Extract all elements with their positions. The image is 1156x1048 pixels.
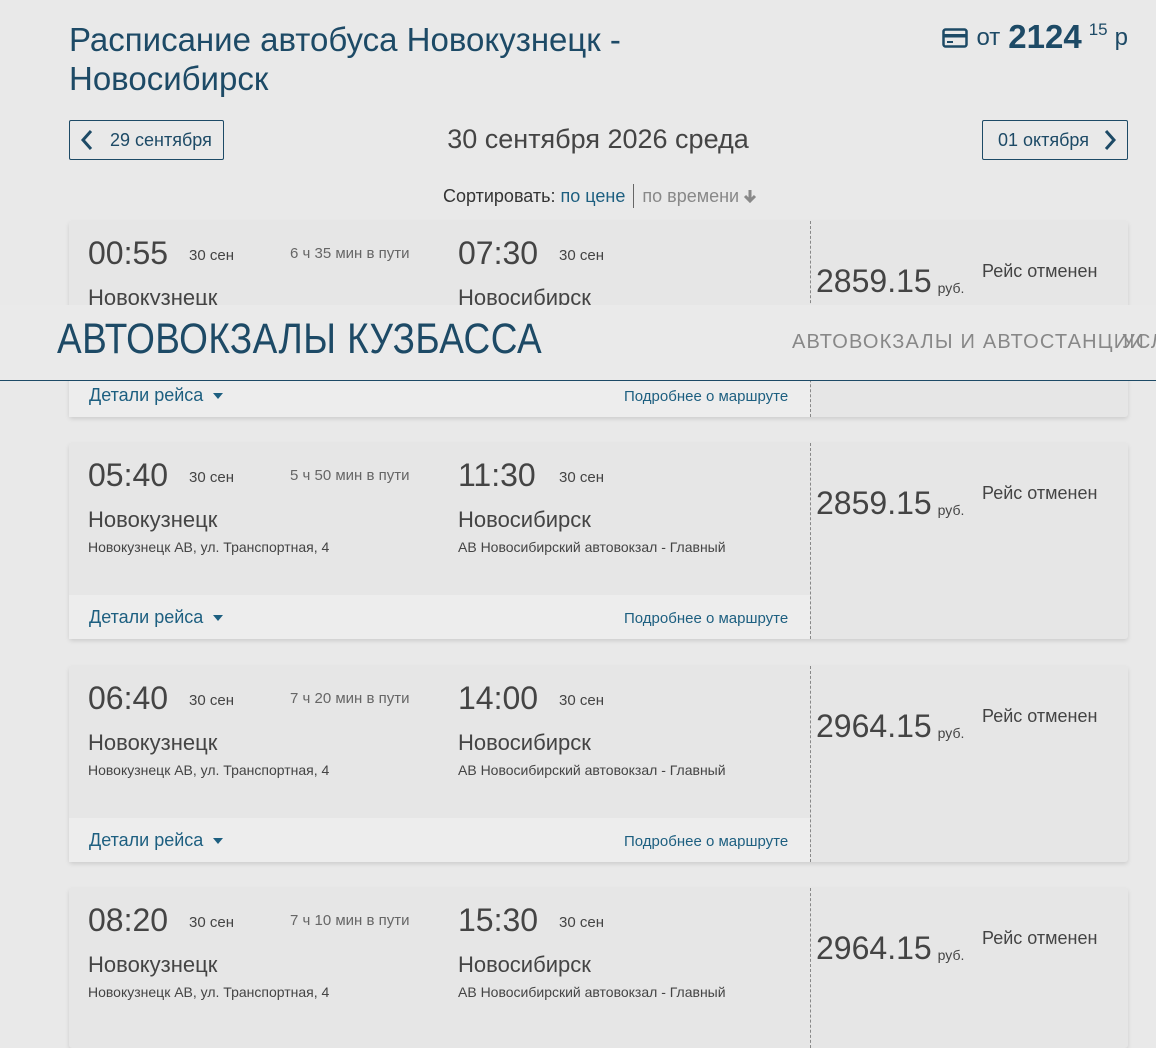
trip-duration: 5 ч 50 мин в пути bbox=[290, 467, 410, 484]
caret-down-icon bbox=[213, 614, 224, 621]
trip-duration: 7 ч 10 мин в пути bbox=[290, 912, 410, 929]
trip-duration: 7 ч 20 мин в пути bbox=[290, 690, 410, 707]
arrival-city: Новосибирск bbox=[458, 952, 591, 977]
departure-time: 08:20 bbox=[88, 902, 169, 938]
departure-city: Новокузнецк bbox=[88, 507, 218, 532]
page-title-line-2: Новосибирск bbox=[69, 60, 269, 97]
trip-price-value: 2964.15 bbox=[816, 708, 932, 744]
trip-price-currency: руб. bbox=[937, 947, 965, 963]
chevron-right-icon bbox=[1104, 130, 1116, 150]
trip-price-currency: руб. bbox=[937, 725, 965, 741]
route-details-link[interactable]: Подробнее о маршруте bbox=[624, 610, 788, 627]
arrival-station: АВ Новосибирский автовокзал - Главный bbox=[458, 539, 726, 555]
departure-date: 30 сен bbox=[189, 469, 234, 486]
trip-card: 05:40 30 сен 5 ч 50 мин в пути 11:30 30 … bbox=[69, 443, 1128, 639]
min-price-kopecks: 15 bbox=[1088, 20, 1108, 39]
departure-time: 00:55 bbox=[88, 235, 169, 271]
departure-date: 30 сен bbox=[189, 914, 234, 931]
page-title-line-1: Расписание автобуса Новокузнецк - bbox=[69, 21, 621, 58]
trip-price-value: 2859.15 bbox=[816, 263, 932, 299]
trip-details-label: Детали рейса bbox=[89, 830, 204, 850]
trip-price-value: 2859.15 bbox=[816, 485, 932, 521]
route-details-link[interactable]: Подробнее о маршруте bbox=[624, 833, 788, 850]
trip-details-label: Детали рейса bbox=[89, 385, 204, 405]
trip-price: 2859.15 руб. bbox=[816, 485, 964, 522]
credit-card-icon bbox=[942, 28, 969, 48]
trip-price-value: 2964.15 bbox=[816, 930, 932, 966]
next-date-button[interactable]: 01 октября bbox=[982, 120, 1128, 160]
departure-station: Новокузнецк АВ, ул. Транспортная, 4 bbox=[88, 539, 330, 555]
trip-status: Рейс отменен bbox=[982, 483, 1098, 503]
departure-date: 30 сен bbox=[189, 247, 234, 264]
trip-price: 2964.15 руб. bbox=[816, 708, 964, 745]
site-logo[interactable]: АВТОВОКЗАЛЫ КУЗБАССА bbox=[57, 315, 542, 364]
trip-card: 06:40 30 сен 7 ч 20 мин в пути 14:00 30 … bbox=[69, 666, 1128, 862]
arrival-time: 14:00 bbox=[458, 680, 539, 716]
departure-city: Новокузнецк bbox=[88, 730, 218, 755]
trip-price: 2859.15 руб. bbox=[816, 263, 964, 300]
route-details-link[interactable]: Подробнее о маршруте bbox=[624, 388, 788, 405]
trip-card-divider bbox=[810, 666, 811, 862]
arrival-time: 11:30 bbox=[458, 457, 536, 493]
trip-duration: 6 ч 35 мин в пути bbox=[290, 245, 410, 262]
trip-price: 2964.15 руб. bbox=[816, 930, 964, 967]
caret-down-icon bbox=[213, 392, 224, 399]
trip-price-currency: руб. bbox=[937, 280, 965, 296]
arrival-date: 30 сен bbox=[559, 469, 604, 486]
sort-label: Сортировать: bbox=[443, 185, 556, 206]
departure-city: Новокузнецк bbox=[88, 952, 218, 977]
arrival-date: 30 сен bbox=[559, 247, 604, 264]
departure-date: 30 сен bbox=[189, 692, 234, 709]
arrival-station: АВ Новосибирский автовокзал - Главный bbox=[458, 762, 726, 778]
nav-item-services[interactable]: УСЛ bbox=[1122, 331, 1156, 354]
departure-time: 06:40 bbox=[88, 680, 169, 716]
departure-time: 05:40 bbox=[88, 457, 169, 493]
arrival-time: 07:30 bbox=[458, 235, 539, 271]
arrival-city: Новосибирск bbox=[458, 507, 591, 532]
trip-status: Рейс отменен bbox=[982, 706, 1098, 726]
arrow-down-icon bbox=[744, 190, 757, 203]
trip-card-divider bbox=[810, 443, 811, 639]
sort-separator bbox=[633, 184, 635, 208]
arrival-date: 30 сен bbox=[559, 692, 604, 709]
trip-card-divider bbox=[810, 888, 811, 1048]
arrival-date: 30 сен bbox=[559, 914, 604, 931]
trip-details-toggle[interactable]: Детали рейса bbox=[89, 385, 224, 406]
nav-item-stations[interactable]: АВТОВОКЗАЛЫ И АВТОСТАНЦИИ bbox=[792, 331, 1145, 354]
sort-bar: Сортировать: по цене по времени bbox=[443, 184, 757, 208]
trip-details-toggle[interactable]: Детали рейса bbox=[89, 830, 224, 851]
arrival-city: Новосибирск bbox=[458, 730, 591, 755]
min-price-currency: р bbox=[1114, 24, 1128, 51]
trip-status: Рейс отменен bbox=[982, 928, 1098, 948]
trip-details-toggle[interactable]: Детали рейса bbox=[89, 607, 224, 628]
next-date-label: 01 октября bbox=[998, 129, 1089, 150]
departure-station: Новокузнецк АВ, ул. Транспортная, 4 bbox=[88, 984, 330, 1000]
trip-details-label: Детали рейса bbox=[89, 607, 204, 627]
site-header-bar: АВТОВОКЗАЛЫ КУЗБАССА АВТОВОКЗАЛЫ И АВТОС… bbox=[0, 305, 1156, 381]
min-price-from-label: от bbox=[976, 24, 1001, 51]
arrival-time: 15:30 bbox=[458, 902, 539, 938]
trip-price-currency: руб. bbox=[937, 502, 965, 518]
arrival-station: АВ Новосибирский автовокзал - Главный bbox=[458, 984, 726, 1000]
caret-down-icon bbox=[213, 837, 224, 844]
page-title: Расписание автобуса Новокузнецк - Новоси… bbox=[69, 20, 669, 98]
trip-status: Рейс отменен bbox=[982, 261, 1098, 281]
sort-by-price-link[interactable]: по цене bbox=[561, 186, 626, 207]
min-price: от 2124 15 р bbox=[942, 18, 1128, 56]
trip-card: 08:20 30 сен 7 ч 10 мин в пути 15:30 30 … bbox=[69, 888, 1128, 1048]
min-price-value: 2124 bbox=[1008, 18, 1082, 55]
sort-by-time-link[interactable]: по времени bbox=[642, 186, 739, 207]
departure-station: Новокузнецк АВ, ул. Транспортная, 4 bbox=[88, 762, 330, 778]
